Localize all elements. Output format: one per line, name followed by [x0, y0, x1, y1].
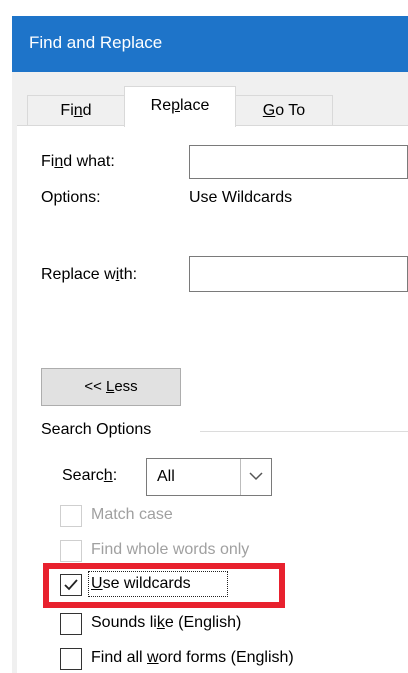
- tab-replace-label: Re: [150, 97, 172, 114]
- dialog-title-bar: Find and Replace: [12, 16, 408, 72]
- search-options-heading: Search Options: [41, 421, 152, 438]
- find-what-label: Find what:: [41, 153, 115, 170]
- tab-replace-label-rest: lace: [180, 97, 210, 114]
- dialog-title: Find and Replace: [29, 33, 163, 52]
- find-what-input[interactable]: [189, 145, 408, 179]
- tab-find[interactable]: Find: [27, 95, 125, 125]
- search-direction-value: All: [157, 468, 175, 485]
- tab-goto[interactable]: Go To: [235, 95, 333, 125]
- search-options-divider: [200, 431, 408, 432]
- options-value: Use Wildcards: [189, 189, 293, 206]
- whole-words-checkbox[interactable]: [60, 540, 82, 562]
- tab-goto-label: o To: [275, 102, 306, 119]
- search-direction-label: Search:: [62, 467, 118, 484]
- options-label: Options:: [41, 189, 101, 206]
- tab-goto-accesskey: G: [262, 102, 276, 119]
- replace-with-label: Replace with:: [41, 266, 138, 283]
- annotation-highlight-box: [43, 563, 285, 608]
- word-forms-label: Find all word forms (English): [91, 649, 294, 666]
- tab-find-label-rest: d: [82, 102, 92, 119]
- less-button[interactable]: << Less: [41, 368, 181, 406]
- sounds-like-checkbox[interactable]: [60, 613, 82, 635]
- replace-with-input[interactable]: [189, 256, 408, 292]
- tab-replace-accesskey: p: [171, 97, 180, 114]
- tab-replace[interactable]: Replace: [124, 86, 236, 127]
- match-case-label: Match case: [91, 506, 173, 523]
- tab-find-label: Fi: [60, 102, 74, 119]
- search-direction-select[interactable]: All: [146, 458, 272, 496]
- whole-words-label: Find whole words only: [91, 541, 250, 558]
- tab-find-accesskey: n: [73, 102, 83, 119]
- sounds-like-label: Sounds like (English): [91, 614, 242, 631]
- chevron-down-icon[interactable]: [240, 459, 271, 495]
- match-case-checkbox[interactable]: [60, 505, 82, 527]
- word-forms-checkbox[interactable]: [60, 648, 82, 670]
